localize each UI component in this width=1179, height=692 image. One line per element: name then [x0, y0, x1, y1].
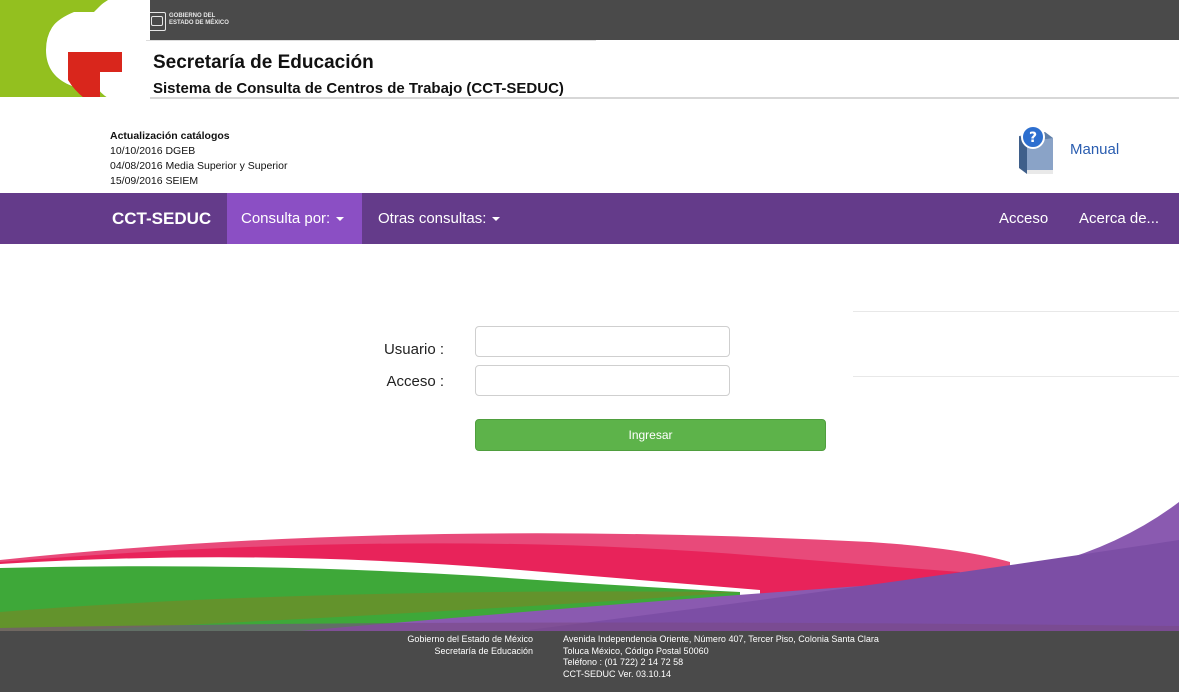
usuario-input[interactable] — [475, 326, 730, 357]
catalog-updates-title: Actualización catálogos — [110, 130, 230, 142]
nav-acceso[interactable]: Acceso — [985, 193, 1062, 244]
svg-text:?: ? — [1029, 130, 1037, 146]
decorative-line — [853, 311, 1179, 312]
government-label-line1: GOBIERNO DEL — [169, 13, 216, 19]
page-subtitle: Sistema de Consulta de Centros de Trabaj… — [153, 80, 564, 97]
footer-version: CCT-SEDUC Ver. 03.10.14 — [563, 668, 672, 679]
government-label: GOBIERNO DEL ESTADO DE MÉXICO — [169, 13, 229, 27]
footer-org-line: Gobierno del Estado de México — [407, 634, 533, 644]
acceso-label: Acceso : — [386, 373, 444, 390]
title-divider — [146, 40, 596, 41]
nav-acerca-label: Acerca de... — [1079, 210, 1160, 227]
government-label-line2: ESTADO DE MÉXICO — [169, 20, 229, 26]
caret-down-icon — [336, 217, 345, 222]
footer-address: Avenida Independencia Oriente, Número 40… — [563, 634, 879, 644]
page-title: Secretaría de Educación — [153, 52, 374, 73]
nav-acerca-dropdown[interactable]: Acerca de... — [1065, 193, 1179, 273]
catalog-update-item: 04/08/2016 Media Superior y Superior — [110, 160, 288, 172]
catalog-update-item: 15/09/2016 SEIEM — [110, 175, 199, 187]
header-divider — [0, 97, 1179, 99]
footer-org-line: Secretaría de Educación — [434, 645, 533, 656]
catalog-update-item: 10/10/2016 DGEB — [110, 145, 196, 157]
nav-brand[interactable]: CCT-SEDUC — [98, 193, 225, 244]
caret-down-icon — [1085, 268, 1093, 273]
usuario-label: Usuario : — [383, 341, 444, 358]
secretaria-logo — [0, 0, 150, 98]
decorative-line — [853, 376, 1179, 377]
footer-city: Toluca México, Código Postal 50060 — [563, 645, 709, 656]
nav-otras-label: Otras consultas: — [378, 210, 487, 227]
footer-phone: Teléfono : (01 722) 2 14 72 58 — [563, 657, 684, 667]
footer-organization: Gobierno del Estado de México Secretaría… — [407, 634, 533, 657]
footer-contact: Avenida Independencia Oriente, Número 40… — [563, 634, 879, 680]
nav-consulta-dropdown[interactable]: Consulta por: — [227, 193, 362, 244]
nav-otras-dropdown[interactable]: Otras consultas: — [364, 193, 514, 244]
manual-link[interactable]: Manual — [1070, 141, 1119, 158]
decorative-waves — [0, 502, 1179, 631]
acceso-input[interactable] — [475, 365, 730, 396]
catalog-updates: Actualización catálogos 10/10/2016 DGEB … — [110, 129, 287, 189]
help-book-icon[interactable]: ? — [1015, 124, 1057, 176]
main-navbar: CCT-SEDUC Consulta por: Otras consultas:… — [0, 193, 1179, 273]
footer: Gobierno del Estado de México Secretaría… — [0, 631, 1179, 692]
ingresar-button[interactable]: Ingresar — [475, 419, 826, 451]
caret-down-icon — [492, 217, 501, 222]
nav-consulta-label: Consulta por: — [241, 210, 331, 227]
